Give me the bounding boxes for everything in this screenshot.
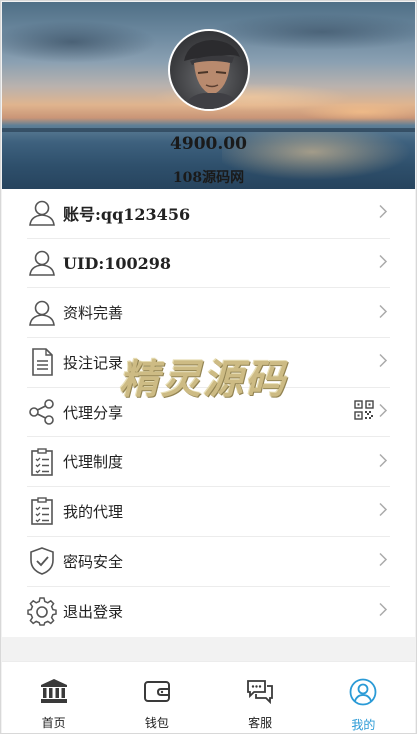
site-name: 108源码网 [172, 170, 245, 186]
tab-mine[interactable]: 我的 [312, 662, 415, 733]
profile-menu: 账号:qq123456 UID:100298 资料完善 投注记录 代理分享 代理… [2, 189, 415, 637]
menu-item-my-agents[interactable]: 我的代理 [27, 487, 390, 537]
tab-label: 钱包 [144, 716, 169, 730]
menu-item-uid[interactable]: UID:100298 [27, 239, 390, 289]
tab-label: 我的 [351, 718, 376, 732]
user-circle-icon [349, 678, 377, 710]
chevron-right-icon [378, 303, 388, 322]
wallet-icon [143, 678, 171, 708]
avatar[interactable] [168, 29, 250, 111]
menu-item-bet-records[interactable]: 投注记录 [27, 338, 390, 388]
gear-icon [27, 596, 57, 627]
tab-customer-service[interactable]: 客服 [209, 662, 312, 733]
menu-item-label: 密码安全 [63, 552, 124, 571]
menu-item-agent-share[interactable]: 代理分享 [27, 388, 390, 438]
chevron-right-icon [378, 353, 388, 372]
user-icon [27, 248, 57, 278]
menu-item-logout[interactable]: 退出登录 [27, 587, 390, 637]
clipboard-list-icon [27, 447, 57, 477]
chat-icon [246, 678, 274, 708]
menu-item-account[interactable]: 账号:qq123456 [27, 189, 390, 239]
menu-item-label: 我的代理 [63, 502, 124, 521]
share-icon [27, 397, 57, 427]
tab-label: 首页 [41, 716, 66, 730]
chevron-right-icon [378, 254, 388, 273]
menu-item-label: UID:100298 [63, 253, 172, 273]
document-icon [27, 347, 57, 377]
menu-item-password-security[interactable]: 密码安全 [27, 537, 390, 587]
menu-item-label: 代理分享 [63, 403, 124, 422]
chevron-right-icon [378, 502, 388, 521]
balance-amount: 4900.00 [170, 134, 247, 154]
menu-item-agent-policy[interactable]: 代理制度 [27, 437, 390, 488]
menu-item-label: 投注记录 [63, 353, 124, 372]
clipboard-list-icon [27, 496, 57, 526]
menu-item-profile[interactable]: 资料完善 [27, 288, 390, 339]
bank-icon [40, 678, 68, 708]
user-icon [27, 298, 57, 328]
menu-item-label: 资料完善 [63, 304, 124, 323]
tab-home[interactable]: 首页 [2, 662, 105, 733]
bottom-tab-bar: 首页 钱包 客服 我的 [2, 661, 415, 733]
shield-check-icon [27, 546, 57, 576]
menu-item-label: 账号:qq123456 [63, 205, 191, 225]
chevron-right-icon [378, 452, 388, 471]
chevron-right-icon [378, 403, 388, 422]
menu-item-label: 退出登录 [63, 602, 124, 621]
chevron-right-icon [378, 204, 388, 223]
qr-code-icon[interactable] [354, 400, 374, 424]
chevron-right-icon [378, 602, 388, 621]
user-icon [27, 198, 57, 228]
tab-wallet[interactable]: 钱包 [105, 662, 208, 733]
chevron-right-icon [378, 552, 388, 571]
menu-item-label: 代理制度 [63, 453, 124, 472]
tab-label: 客服 [248, 716, 273, 730]
